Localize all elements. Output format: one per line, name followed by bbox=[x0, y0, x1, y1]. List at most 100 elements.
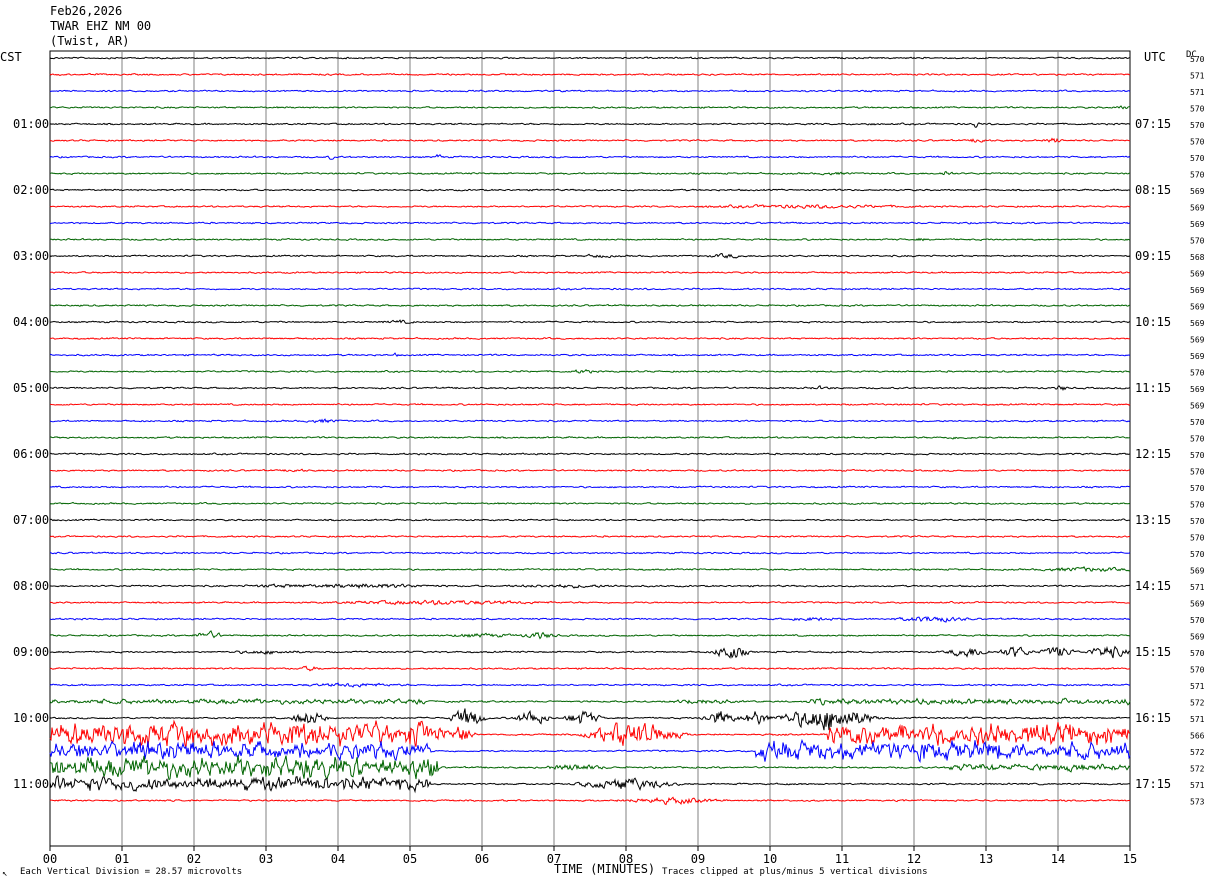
x-tick-label: 15 bbox=[1123, 852, 1137, 866]
seismic-trace bbox=[49, 287, 1131, 291]
x-tick-label: 06 bbox=[475, 852, 489, 866]
seismic-trace bbox=[49, 105, 1131, 110]
seismic-trace bbox=[49, 755, 1131, 782]
corner-mark: ↖ bbox=[2, 869, 8, 879]
cst-time-label: 08:00 bbox=[13, 579, 49, 593]
x-tick-label: 02 bbox=[187, 852, 201, 866]
cst-time-label: 03:00 bbox=[13, 249, 49, 263]
x-axis-label: TIME (MINUTES) bbox=[554, 862, 656, 876]
seismic-trace bbox=[49, 221, 1131, 225]
utc-time-label: 08:15 bbox=[1135, 183, 1171, 197]
dc-offset-label: 570 bbox=[1190, 484, 1205, 493]
seismic-trace bbox=[50, 468, 1131, 473]
seismic-trace bbox=[50, 336, 1131, 341]
seismic-trace bbox=[50, 402, 1131, 407]
seismic-trace bbox=[49, 583, 1131, 590]
seismic-trace bbox=[49, 188, 1131, 192]
x-tick-label: 09 bbox=[691, 852, 705, 866]
cst-time-label: 06:00 bbox=[13, 447, 49, 461]
seismic-trace bbox=[49, 252, 1131, 259]
seismic-trace bbox=[49, 566, 1131, 573]
dc-offset-label: 569 bbox=[1190, 286, 1205, 295]
utc-time-label: 16:15 bbox=[1135, 711, 1171, 725]
seismic-trace bbox=[49, 501, 1131, 506]
cst-time-label: 07:00 bbox=[13, 513, 49, 527]
seismic-trace bbox=[49, 599, 1131, 606]
seismic-trace bbox=[49, 418, 1131, 424]
dc-offset-label: 570 bbox=[1190, 369, 1205, 378]
dc-offset-label: 570 bbox=[1190, 616, 1205, 625]
dc-offset-label: 570 bbox=[1190, 105, 1205, 114]
seismic-trace bbox=[49, 518, 1131, 522]
dc-offset-label: 569 bbox=[1190, 633, 1205, 642]
cst-time-label: 10:00 bbox=[13, 711, 49, 725]
dc-offset-label: 570 bbox=[1190, 517, 1205, 526]
x-tick-label: 04 bbox=[331, 852, 345, 866]
seismic-trace bbox=[49, 796, 1131, 806]
seismic-trace bbox=[49, 89, 1131, 93]
dc-offset-label: 568 bbox=[1190, 253, 1205, 262]
seismic-trace bbox=[49, 271, 1131, 275]
x-tick-label: 12 bbox=[907, 852, 921, 866]
cst-time-label: 11:00 bbox=[13, 777, 49, 791]
dc-offset-label: 570 bbox=[1190, 418, 1205, 427]
seismic-trace bbox=[49, 616, 1131, 623]
dc-offset-label: 569 bbox=[1190, 336, 1205, 345]
dc-offset-label: 570 bbox=[1190, 501, 1205, 510]
dc-offset-label: 570 bbox=[1190, 121, 1205, 130]
dc-offset-label: 570 bbox=[1190, 55, 1205, 64]
dc-offset-label: 569 bbox=[1190, 600, 1205, 609]
seismic-trace bbox=[50, 645, 1131, 659]
dc-offset-label: 570 bbox=[1190, 666, 1205, 675]
seismic-trace bbox=[49, 237, 1131, 242]
dc-offset-label: 569 bbox=[1190, 270, 1205, 279]
seismic-trace bbox=[49, 435, 1131, 440]
dc-offset-label: 571 bbox=[1190, 88, 1205, 97]
utc-time-label: 09:15 bbox=[1135, 249, 1171, 263]
seismic-trace bbox=[49, 708, 1131, 731]
x-tick-label: 14 bbox=[1051, 852, 1065, 866]
x-tick-label: 11 bbox=[835, 852, 849, 866]
dc-offset-label: 572 bbox=[1190, 748, 1205, 757]
x-tick-label: 05 bbox=[403, 852, 417, 866]
x-tick-label: 10 bbox=[763, 852, 777, 866]
utc-time-label: 15:15 bbox=[1135, 645, 1171, 659]
seismic-trace bbox=[49, 56, 1131, 60]
scale-note: Each Vertical Division = 28.57 microvolt… bbox=[20, 867, 243, 877]
cst-time-label: 09:00 bbox=[13, 645, 49, 659]
dc-offset-label: 571 bbox=[1190, 583, 1205, 592]
seismic-trace bbox=[49, 303, 1131, 308]
dc-offset-label: 570 bbox=[1190, 237, 1205, 246]
dc-offset-label: 570 bbox=[1190, 649, 1205, 658]
seismic-trace bbox=[49, 122, 1131, 129]
dc-offset-label: 570 bbox=[1190, 171, 1205, 180]
dc-offset-label: 571 bbox=[1190, 682, 1205, 691]
utc-time-label: 14:15 bbox=[1135, 579, 1171, 593]
utc-time-label: 17:15 bbox=[1135, 777, 1171, 791]
dc-offset-label: 570 bbox=[1190, 435, 1205, 444]
utc-time-label: 13:15 bbox=[1135, 513, 1171, 527]
cst-time-label: 02:00 bbox=[13, 183, 49, 197]
clip-note: Traces clipped at plus/minus 5 vertical … bbox=[662, 867, 928, 877]
dc-offset-label: 569 bbox=[1190, 352, 1205, 361]
dc-offset-label: 569 bbox=[1190, 187, 1205, 196]
seismic-trace bbox=[50, 170, 1131, 176]
utc-time-label: 10:15 bbox=[1135, 315, 1171, 329]
dc-offset-label: 570 bbox=[1190, 451, 1205, 460]
dc-offset-label: 569 bbox=[1190, 220, 1205, 229]
seismic-trace bbox=[49, 551, 1131, 555]
dc-offset-label: 570 bbox=[1190, 534, 1205, 543]
seismic-trace bbox=[49, 630, 1131, 640]
dc-offset-label: 569 bbox=[1190, 402, 1205, 411]
seismic-trace bbox=[49, 137, 1131, 143]
seismic-trace bbox=[49, 204, 1131, 210]
dc-offset-label: 570 bbox=[1190, 154, 1205, 163]
x-tick-label: 13 bbox=[979, 852, 993, 866]
seismic-trace bbox=[49, 385, 1131, 391]
dc-offset-label: 569 bbox=[1190, 319, 1205, 328]
cst-time-label: 05:00 bbox=[13, 381, 49, 395]
seismic-trace bbox=[49, 719, 1131, 748]
dc-offset-label: 570 bbox=[1190, 138, 1205, 147]
seismic-trace bbox=[49, 452, 1130, 456]
dc-offset-label: 569 bbox=[1190, 204, 1205, 213]
